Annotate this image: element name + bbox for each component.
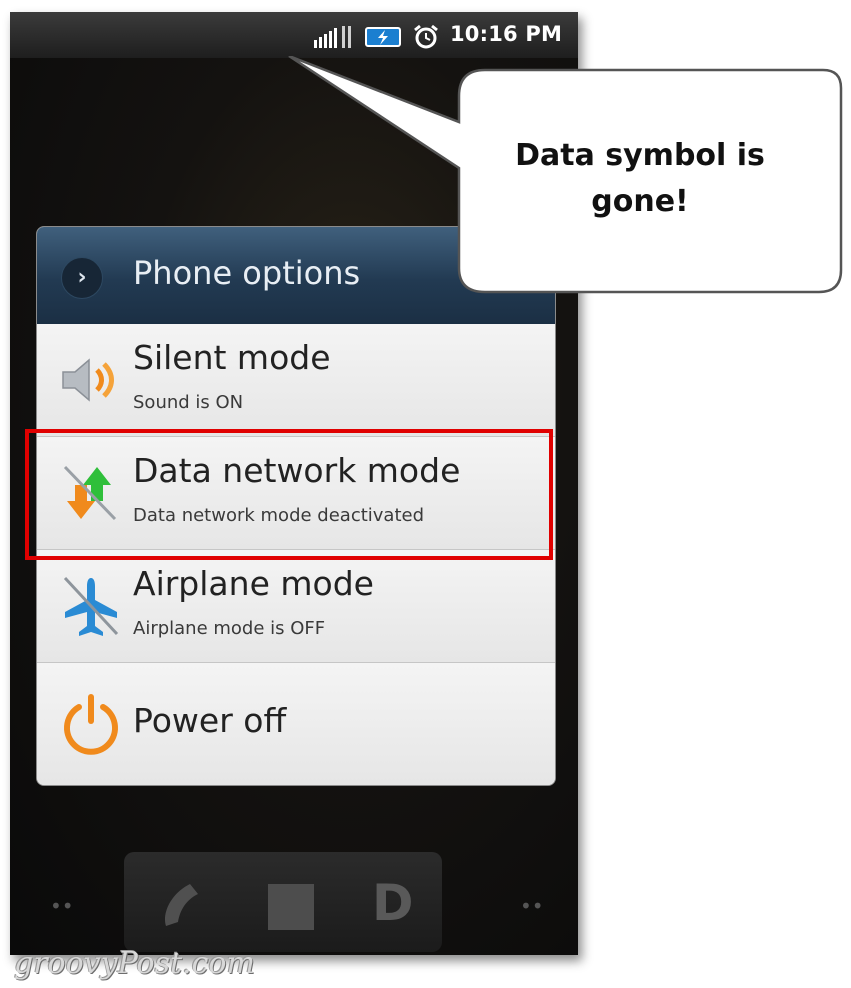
signal-icon — [314, 26, 351, 48]
highlight-box — [25, 429, 553, 560]
option-subtitle: Airplane mode is OFF — [133, 618, 326, 639]
watermark: groovyPost.com — [14, 946, 255, 981]
alarm-icon — [414, 24, 438, 49]
dock-right-dots: •• — [520, 894, 544, 918]
callout-line-2: gone! — [591, 184, 689, 219]
speaker-icon — [62, 358, 114, 402]
apps-grid-icon[interactable] — [268, 884, 314, 930]
chevron-right-icon: › — [61, 257, 103, 299]
option-power-off[interactable]: Power off — [37, 663, 555, 785]
callout-text: Data symbol is gone! — [490, 133, 790, 225]
dock-left-dots: •• — [50, 894, 74, 918]
callout-line-1: Data symbol is — [515, 138, 765, 173]
phone-icon[interactable] — [156, 874, 206, 934]
option-subtitle: Sound is ON — [133, 392, 244, 413]
option-title: Airplane mode — [133, 564, 374, 603]
power-icon — [64, 694, 118, 755]
airplane-icon — [63, 576, 119, 636]
d-icon[interactable]: D — [372, 874, 414, 932]
option-silent-mode[interactable]: Silent mode Sound is ON — [37, 324, 555, 437]
status-clock: 10:16 PM — [450, 22, 563, 46]
option-airplane-mode[interactable]: Airplane mode Airplane mode is OFF — [37, 550, 555, 663]
option-title: Silent mode — [133, 338, 331, 377]
option-title: Power off — [133, 701, 287, 740]
battery-charging-icon — [365, 27, 401, 47]
status-bar: 10:16 PM — [10, 12, 578, 58]
